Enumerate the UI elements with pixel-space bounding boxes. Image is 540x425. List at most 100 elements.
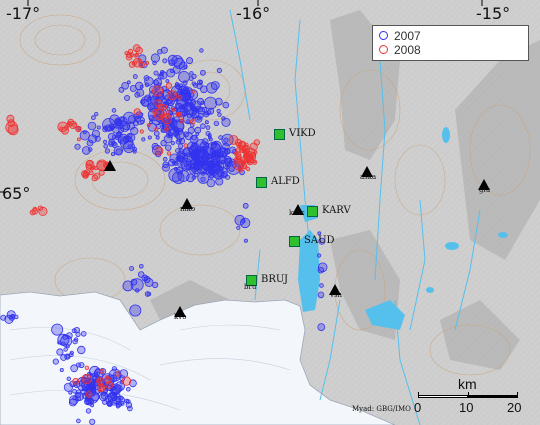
earthquake-marker [74, 143, 81, 150]
earthquake-marker [119, 121, 131, 132]
earthquake-marker [126, 399, 131, 404]
earthquake-marker [199, 48, 204, 53]
earthquake-marker [32, 206, 38, 212]
earthquake-marker [78, 362, 85, 369]
earthquake-marker [118, 395, 124, 401]
earthquake-marker [197, 171, 210, 184]
gps-square-icon [289, 236, 300, 247]
earthquake-marker [129, 304, 142, 317]
earthquake-marker [115, 132, 122, 139]
earthquake-marker [70, 364, 79, 373]
earthquake-marker [129, 265, 135, 271]
legend-label: 2008 [394, 42, 421, 57]
earthquake-marker [186, 57, 194, 65]
earthquake-marker [85, 408, 92, 414]
gps-station-karv: KARV [307, 205, 351, 217]
earthquake-marker [77, 345, 86, 355]
station-label: kvo [174, 313, 187, 321]
earthquake-marker [210, 81, 220, 90]
earthquake-marker [121, 376, 132, 386]
earthquake-marker [99, 368, 105, 374]
earthquake-marker [208, 137, 213, 142]
gps-station-saud: SAUD [289, 235, 335, 247]
gps-square-icon [307, 206, 318, 217]
legend-circle-icon [379, 45, 388, 54]
seismic-station-mko: mko [180, 194, 195, 213]
earthquake-marker [192, 82, 198, 88]
earthquake-marker [139, 129, 144, 134]
earthquake-marker [176, 113, 181, 117]
earthquake-marker [157, 73, 164, 80]
earthquake-marker [82, 170, 90, 178]
earthquake-marker [114, 117, 121, 124]
earthquake-marker [104, 148, 111, 154]
earthquake-marker [196, 79, 203, 86]
earthquake-marker [173, 126, 179, 133]
earthquake-marker [129, 85, 137, 93]
earthquake-marker [236, 225, 241, 230]
earthquake-marker [85, 391, 93, 398]
seismic-station-unnamed [104, 156, 116, 175]
gps-label: SAUD [304, 235, 335, 246]
earthquake-marker [84, 365, 90, 370]
earthquake-marker [72, 338, 78, 345]
earthquake-marker [121, 82, 129, 90]
earthquake-marker [238, 165, 243, 170]
earthquake-marker [189, 71, 194, 76]
earthquake-marker [68, 398, 77, 407]
earthquake-marker [93, 172, 101, 180]
earthquake-marker [89, 418, 96, 425]
earthquake-marker [136, 58, 141, 64]
earthquake-marker [205, 125, 211, 130]
earthquake-marker [146, 291, 152, 297]
gps-square-icon [274, 129, 285, 140]
earthquake-marker [317, 267, 325, 274]
earthquake-marker [245, 166, 251, 172]
triangle-icon [104, 160, 116, 171]
gps-label: BRUJ [261, 274, 289, 285]
earthquake-marker [316, 253, 322, 258]
earthquake-marker [224, 157, 233, 167]
earthquake-marker [191, 175, 197, 180]
earthquake-marker [146, 123, 151, 128]
earthquake-marker [153, 130, 160, 137]
earthquake-marker [242, 202, 249, 209]
earthquake-marker [114, 123, 120, 129]
earthquake-marker [199, 69, 206, 76]
earthquake-marker [105, 381, 114, 389]
earthquake-marker [71, 328, 77, 334]
earthquake-marker [317, 291, 325, 299]
station-label: bru [244, 283, 257, 291]
earthquake-marker [38, 206, 48, 216]
earthquake-marker [209, 152, 214, 157]
earthquake-marker [177, 94, 183, 100]
earthquake-marker [69, 352, 74, 358]
earthquake-marker [7, 119, 16, 127]
legend: 2007 2008 [372, 25, 529, 61]
earthquake-marker [90, 403, 94, 408]
earthquake-marker [75, 395, 81, 402]
scale-tick [468, 392, 469, 398]
earthquake-marker [76, 418, 81, 424]
earthquake-marker [157, 103, 164, 110]
earthquake-marker [154, 146, 164, 156]
earthquake-marker [182, 102, 192, 112]
earthquake-marker [204, 111, 209, 116]
earthquake-marker [80, 330, 87, 337]
earthquake-marker [194, 154, 200, 161]
lon-label-3: -15° [476, 4, 511, 23]
earthquake-marker [130, 278, 138, 286]
earthquake-marker [235, 157, 241, 163]
earthquake-marker [99, 392, 108, 402]
earthquake-marker [319, 283, 324, 288]
earthquake-marker [162, 156, 168, 162]
earthquake-marker [191, 143, 196, 148]
earthquake-marker [243, 238, 248, 243]
earthquake-marker [8, 314, 16, 321]
earthquake-marker [134, 91, 141, 98]
earthquake-marker [197, 97, 205, 106]
earthquake-marker [143, 276, 148, 281]
earthquake-marker [166, 110, 171, 115]
gps-square-icon [256, 177, 267, 188]
earthquake-marker [216, 108, 221, 114]
